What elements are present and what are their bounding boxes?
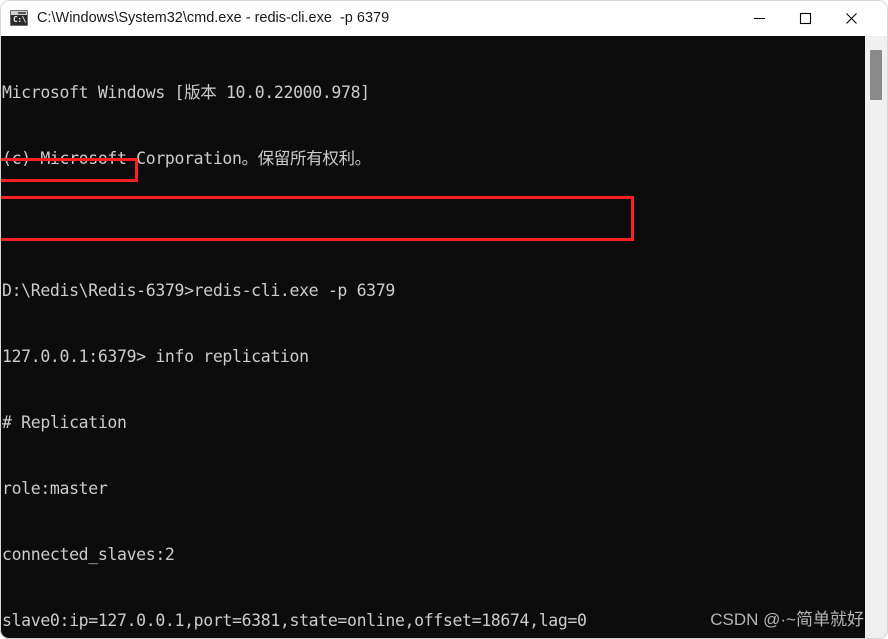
console-line-connected-slaves: connected_slaves:2 — [2, 545, 175, 564]
minimize-icon — [753, 17, 765, 19]
cmd-window: C:\ C:\Windows\System32\cmd.exe - redis-… — [0, 0, 888, 639]
csdn-watermark: CSDN @·~简单就好 — [710, 610, 864, 629]
maximize-button[interactable] — [782, 0, 828, 36]
window-controls — [736, 0, 888, 36]
console-line: (c) Microsoft Corporation。保留所有权利。 — [2, 149, 371, 168]
scrollbar-thumb[interactable] — [870, 50, 882, 100]
close-icon — [845, 12, 857, 24]
vertical-scrollbar[interactable] — [865, 36, 888, 639]
console-line-command: 127.0.0.1:6379> info replication — [2, 347, 309, 366]
console-line-section: # Replication — [2, 413, 127, 432]
console-line-role: role:master — [2, 479, 108, 498]
console-output: Microsoft Windows [版本 10.0.22000.978] (c… — [2, 38, 862, 639]
console-line: Microsoft Windows [版本 10.0.22000.978] — [2, 83, 370, 102]
console-line-command: D:\Redis\Redis-6379>redis-cli.exe -p 637… — [2, 281, 395, 300]
icon-prompt-glyph: C:\ — [13, 15, 26, 24]
cmd-console-icon: C:\ — [10, 10, 28, 26]
maximize-icon — [799, 12, 811, 24]
title-bar[interactable]: C:\ C:\Windows\System32\cmd.exe - redis-… — [0, 0, 888, 36]
close-button[interactable] — [828, 0, 874, 36]
terminal-body[interactable]: Microsoft Windows [版本 10.0.22000.978] (c… — [0, 36, 888, 639]
minimize-button[interactable] — [736, 0, 782, 36]
window-title: C:\Windows\System32\cmd.exe - redis-cli.… — [37, 10, 390, 26]
